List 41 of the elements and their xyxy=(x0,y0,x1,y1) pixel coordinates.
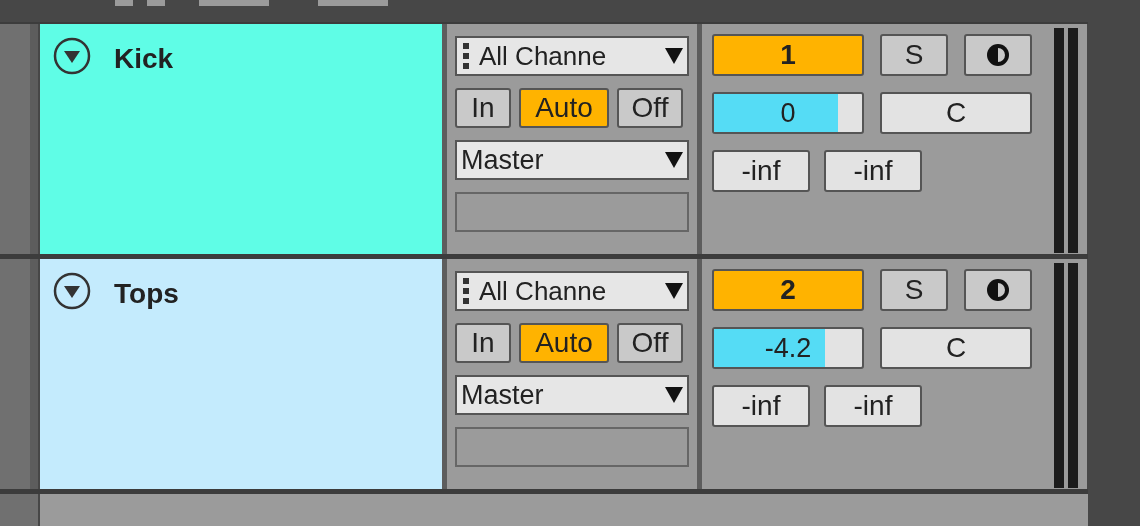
track-activator-button[interactable]: 2 xyxy=(712,269,864,311)
track-edge-strip xyxy=(0,494,38,526)
output-label: Master xyxy=(461,378,544,412)
pan-control[interactable]: C xyxy=(880,327,1032,369)
track-name: Tops xyxy=(114,277,179,311)
track-name-panel[interactable]: Tops xyxy=(40,259,442,489)
monitor-button[interactable]: In xyxy=(455,88,511,128)
dropdown-arrow-icon xyxy=(665,48,683,64)
send-control[interactable]: -inf xyxy=(824,385,922,427)
volume-slider[interactable]: -4.2 xyxy=(712,327,864,369)
send-control[interactable]: -inf xyxy=(712,385,810,427)
arm-button[interactable] xyxy=(964,269,1032,311)
track-name-panel[interactable]: Kick xyxy=(40,24,442,254)
solo-button[interactable]: S xyxy=(880,269,948,311)
volume-slider[interactable]: 0 xyxy=(712,92,864,134)
monitor-button[interactable]: Auto xyxy=(519,323,609,363)
monitor-button[interactable]: Auto xyxy=(519,88,609,128)
solo-button[interactable]: S xyxy=(880,34,948,76)
dropdown-arrow-icon xyxy=(665,387,683,403)
arm-icon xyxy=(986,43,1010,67)
arm-button[interactable] xyxy=(964,34,1032,76)
input-channel-dropdown[interactable]: All Channe xyxy=(455,36,689,76)
send-control[interactable]: -inf xyxy=(712,150,810,192)
grip-icon xyxy=(463,278,469,304)
monitor-button[interactable]: Off xyxy=(617,88,683,128)
grip-icon xyxy=(463,43,469,69)
dropdown-arrow-icon xyxy=(665,152,683,168)
monitor-button[interactable]: In xyxy=(455,323,511,363)
monitor-button[interactable]: Off xyxy=(617,323,683,363)
output-label: Master xyxy=(461,143,544,177)
arm-icon xyxy=(986,278,1010,302)
pan-control[interactable]: C xyxy=(880,92,1032,134)
output-dropdown[interactable]: Master xyxy=(455,140,689,180)
dropdown-arrow-icon xyxy=(665,283,683,299)
input-channel-label: All Channe xyxy=(479,39,607,73)
input-channel-label: All Channe xyxy=(479,274,607,308)
track-name: Kick xyxy=(114,42,174,76)
track-activator-button[interactable]: 1 xyxy=(712,34,864,76)
output-dropdown[interactable]: Master xyxy=(455,375,689,415)
send-control[interactable]: -inf xyxy=(824,150,922,192)
input-channel-dropdown[interactable]: All Channe xyxy=(455,271,689,311)
